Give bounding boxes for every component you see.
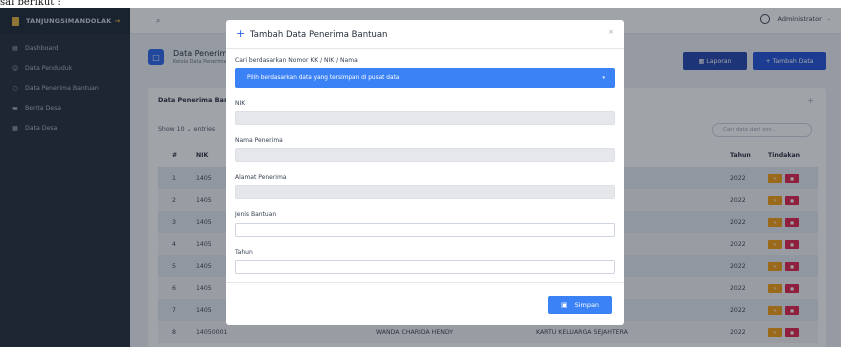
add-recipient-modal: + Tambah Data Penerima Bantuan × Cari be… (226, 20, 624, 325)
nik-field[interactable] (235, 111, 615, 125)
data-source-select[interactable]: Pilih berdasarkan data yang tersimpan di… (235, 68, 615, 88)
tahun-label: Tahun (235, 249, 253, 256)
save-button[interactable]: ▣ Simpan (548, 296, 612, 314)
save-icon: ▣ (560, 301, 568, 309)
modal-header: + Tambah Data Penerima Bantuan × (226, 20, 624, 49)
alamat-label: Alamat Penerima (235, 174, 287, 181)
save-label: Simpan (574, 301, 600, 309)
plus-icon: + (236, 27, 246, 40)
search-label: Cari berdasarkan Nomor KK / NIK / Nama (235, 57, 358, 64)
jenis-bantuan-label: Jenis Bantuan (235, 211, 277, 218)
close-icon[interactable]: × (608, 28, 614, 36)
tahun-field[interactable] (235, 260, 615, 274)
nik-label: NIK (235, 100, 246, 107)
modal-footer (226, 282, 624, 283)
select-value: Pilih berdasarkan data yang tersimpan di… (247, 75, 400, 81)
chevron-down-icon: ▾ (602, 75, 605, 81)
alamat-field[interactable] (235, 185, 615, 199)
nama-field[interactable] (235, 148, 615, 162)
modal-title: Tambah Data Penerima Bantuan (250, 30, 388, 40)
nama-label: Nama Penerima (235, 137, 283, 144)
jenis-bantuan-field[interactable] (235, 223, 615, 237)
document-caption: sai berikut : (0, 0, 841, 8)
